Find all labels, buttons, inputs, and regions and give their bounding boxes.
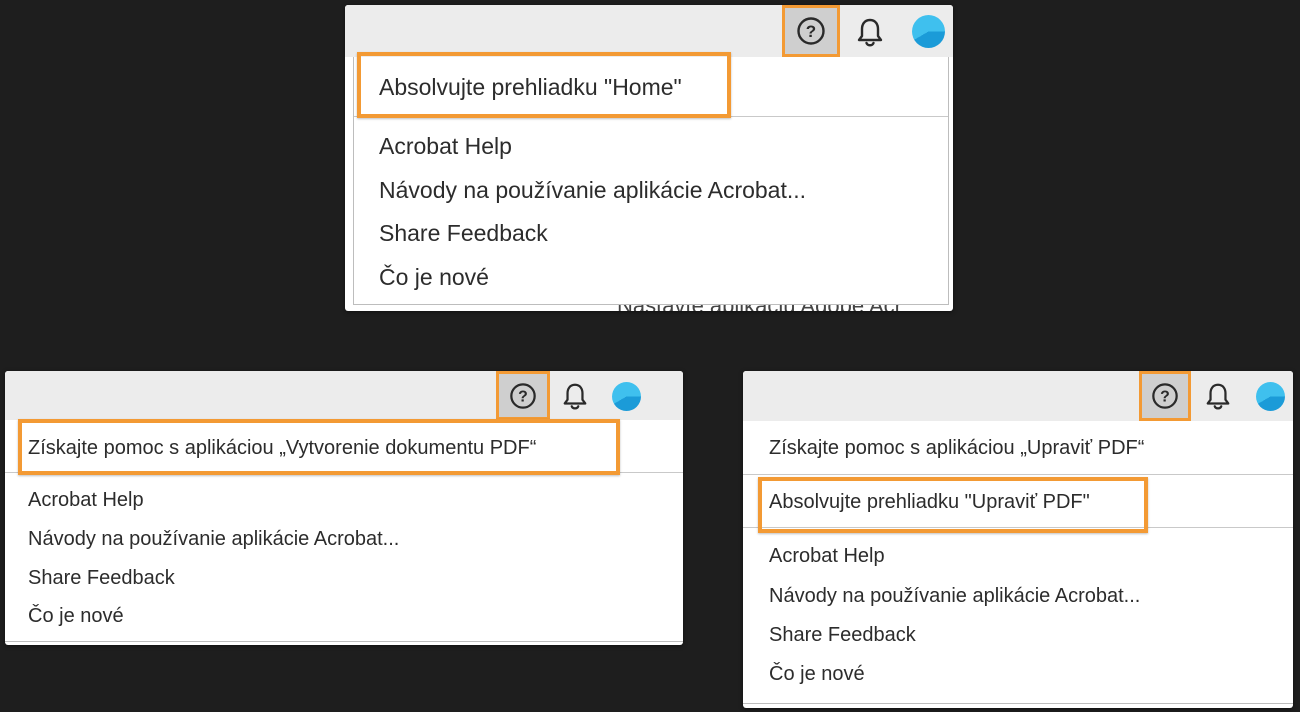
notifications-button[interactable] [1200,377,1236,415]
svg-text:?: ? [1160,389,1170,406]
bell-icon [857,18,883,47]
menu-separator [743,474,1293,475]
menu-item-share-feedback[interactable]: Share Feedback [769,625,916,645]
profile-avatar[interactable] [1256,382,1285,411]
menu-item-whats-new[interactable]: Čo je nové [28,606,124,626]
menu-item-acrobat-help[interactable]: Acrobat Help [769,546,885,566]
question-circle-icon: ? [1152,383,1178,409]
home-help-panel: Nastavte aplikáciu Adobe Acr ? Absolvujt… [345,5,953,311]
menu-item-tour-edit-pdf[interactable]: Absolvujte prehliadku "Upraviť PDF" [769,492,1090,512]
svg-text:?: ? [806,22,816,41]
help-button[interactable]: ? [1139,371,1191,421]
help-button[interactable]: ? [782,5,840,57]
menu-item-tour-home[interactable]: Absolvujte prehliadku "Home" [379,76,682,99]
profile-avatar[interactable] [912,15,945,48]
menu-item-tutorials[interactable]: Návody na používanie aplikácie Acrobat..… [28,529,399,549]
question-circle-icon: ? [797,17,825,45]
menu-item-share-feedback[interactable]: Share Feedback [28,568,175,588]
profile-avatar[interactable] [612,382,641,411]
menu-item-whats-new[interactable]: Čo je nové [379,266,489,289]
menu-item-tutorials[interactable]: Návody na používanie aplikácie Acrobat..… [379,179,806,202]
question-circle-icon: ? [510,382,536,409]
menu-item-get-help-edit-pdf[interactable]: Získajte pomoc s aplikáciou „Upraviť PDF… [769,438,1144,458]
menu-item-get-help-create-pdf[interactable]: Získajte pomoc s aplikáciou „Vytvorenie … [28,438,536,458]
menu-item-acrobat-help[interactable]: Acrobat Help [28,490,144,510]
notifications-button[interactable] [557,377,593,415]
edit-pdf-help-panel: ? Získajte pomoc s aplikáciou „Upraviť P… [743,371,1293,708]
create-pdf-help-panel: ? Získajte pomoc s aplikáciou „Vytvoreni… [5,371,683,645]
menu-item-share-feedback[interactable]: Share Feedback [379,222,548,245]
svg-text:?: ? [518,388,528,405]
notifications-button[interactable] [850,11,890,53]
menu-item-tutorials[interactable]: Návody na používanie aplikácie Acrobat..… [769,586,1140,606]
bell-icon [1206,383,1230,410]
bell-icon [563,383,587,410]
menu-item-whats-new[interactable]: Čo je nové [769,664,865,684]
help-button[interactable]: ? [496,371,550,420]
menu-item-acrobat-help[interactable]: Acrobat Help [379,135,512,158]
